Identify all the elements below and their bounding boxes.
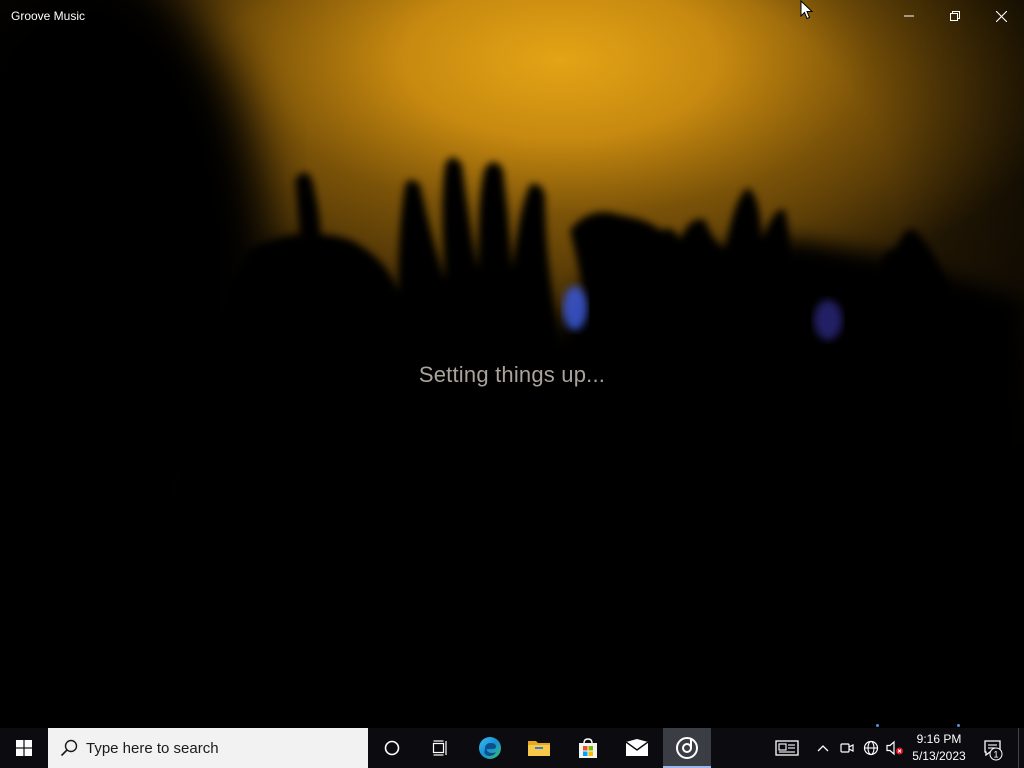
microsoft-store-button[interactable] [564,728,612,768]
groove-music-icon [676,737,698,759]
close-button[interactable] [978,0,1024,32]
groove-music-taskbar-button[interactable] [663,728,711,768]
search-placeholder: Type here to search [86,739,219,757]
restore-icon [950,11,960,21]
search-icon [60,739,78,757]
news-and-interests-button[interactable] [770,728,804,768]
edge-icon [479,737,501,759]
show-hidden-icons-button[interactable] [812,728,834,768]
mail-icon [625,739,649,756]
meet-now-icon [840,743,854,753]
start-button[interactable] [0,728,48,768]
app-title: Groove Music [11,9,86,23]
volume-button[interactable] [884,728,906,768]
clock-date: 5/13/2023 [912,749,966,763]
loading-message: Setting things up... [418,362,606,387]
globe-icon [863,740,879,756]
chevron-up-icon [817,745,829,752]
edge-button[interactable] [466,728,514,768]
close-icon [995,10,1007,22]
show-desktop-button[interactable] [1018,728,1019,768]
cortana-icon [384,740,400,756]
minimize-button[interactable] [886,0,932,32]
notification-count: 1 [993,750,998,760]
groove-music-window: Groove Music Setting things up... [0,0,1024,728]
taskbar-indicator-dot [876,724,879,727]
task-view-icon [432,740,447,756]
meet-now-button[interactable] [836,728,858,768]
folder-icon [528,741,550,756]
network-button[interactable] [860,728,882,768]
restore-button[interactable] [932,0,978,32]
taskbar-search-box[interactable]: Type here to search [48,728,368,768]
notification-count-badge: 1 [989,747,1003,761]
minimize-icon [904,15,914,17]
clock[interactable]: 9:16 PM 5/13/2023 [906,728,972,768]
title-bar[interactable]: Groove Music [0,0,1024,32]
mail-button[interactable] [613,728,661,768]
mouse-cursor-icon [800,0,814,20]
task-view-button[interactable] [416,728,464,768]
store-icon [579,738,597,758]
windows-logo-icon [16,740,32,756]
taskbar-indicator-dot [957,724,960,727]
volume-muted-icon [886,740,903,756]
file-explorer-button[interactable] [515,728,563,768]
news-icon [775,740,799,756]
clock-time: 9:16 PM [916,732,962,746]
taskbar: Type here to search 9:16 PM 5/13/2023 [0,728,1024,768]
cortana-button[interactable] [368,728,416,768]
